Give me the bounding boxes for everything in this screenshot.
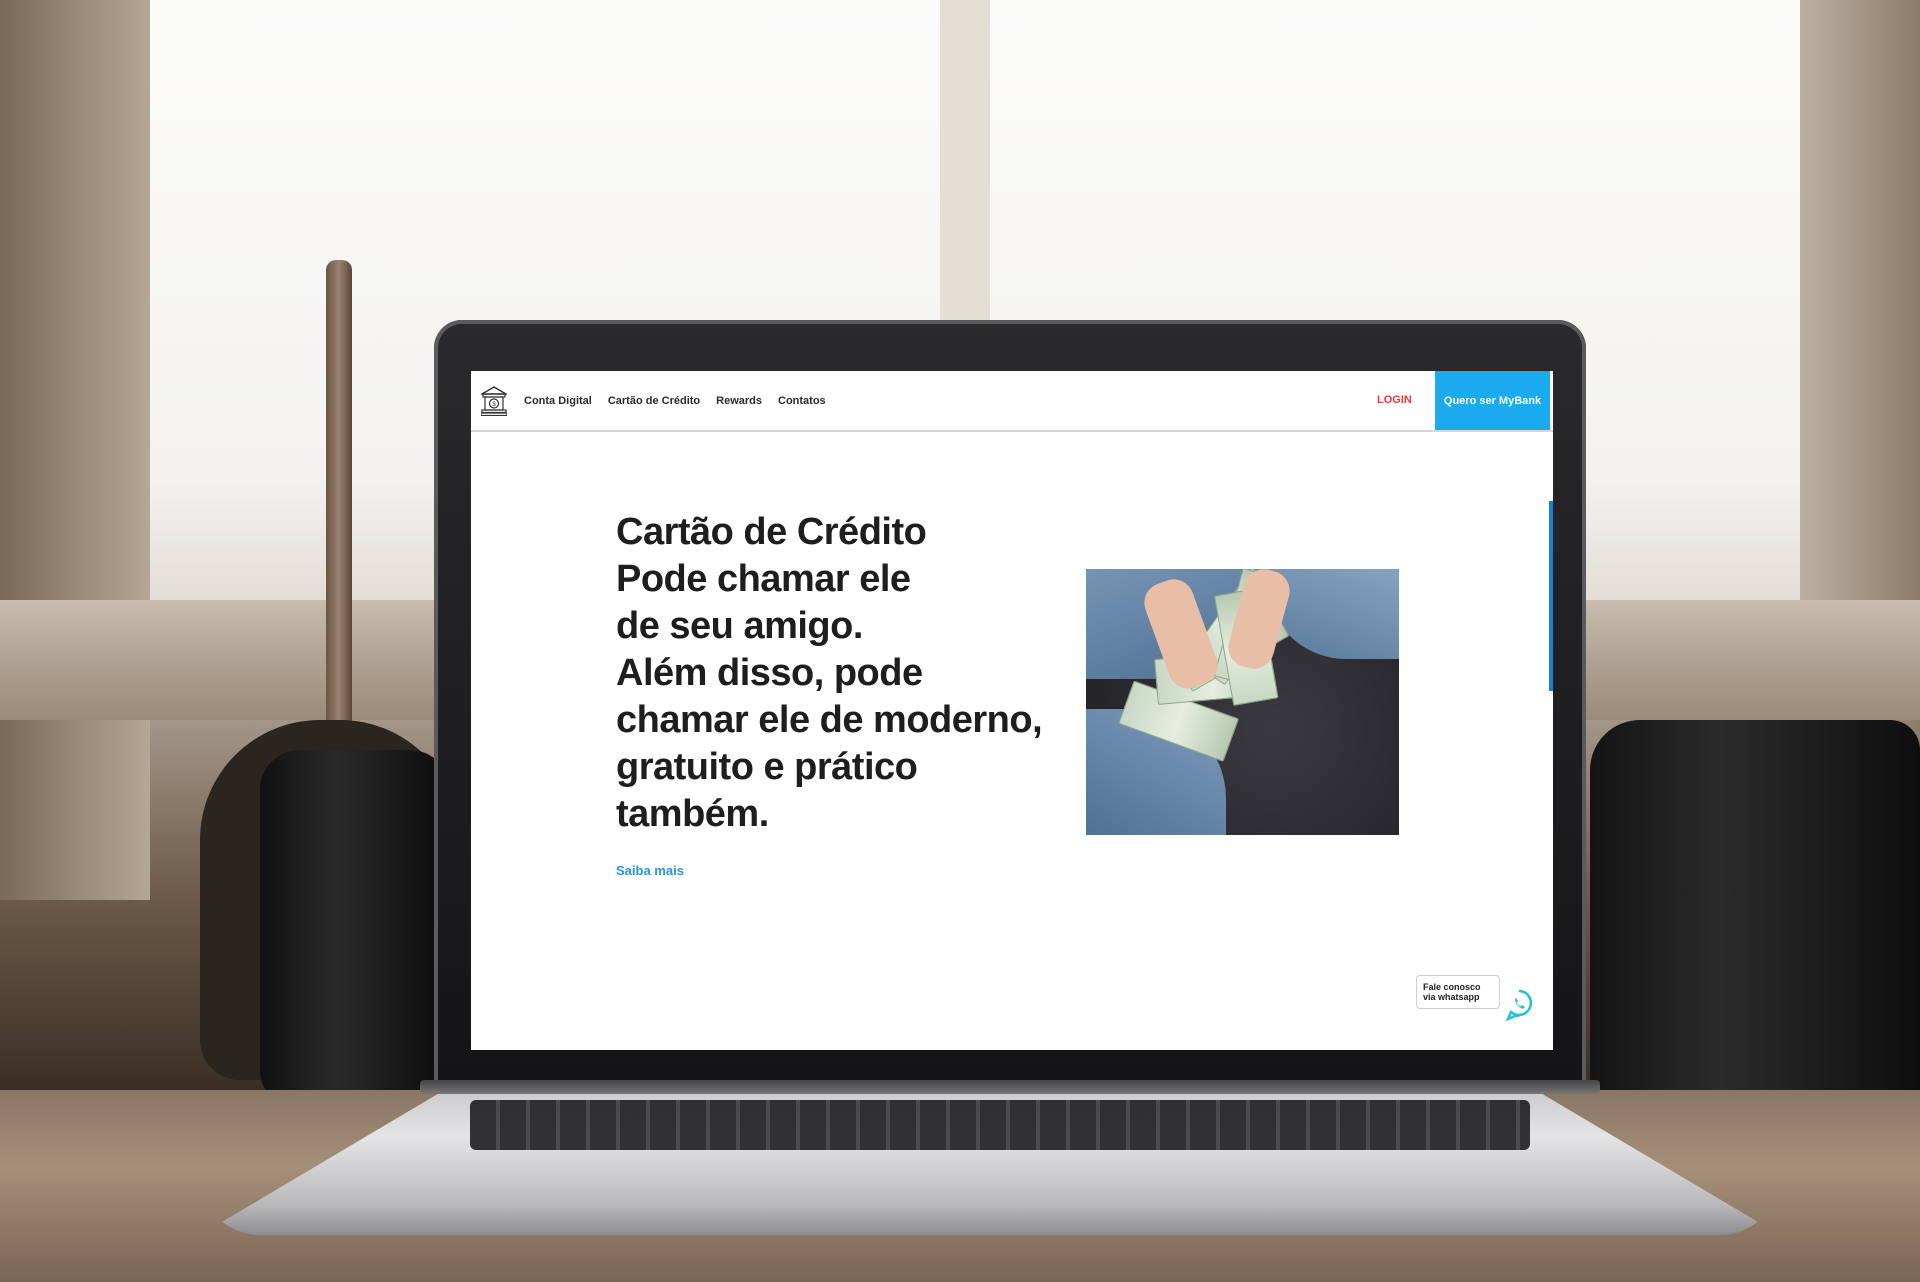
bank-icon[interactable]: $ [479, 386, 509, 417]
nav-links: Conta Digital Cartão de Crédito Rewards … [524, 371, 826, 430]
whatsapp-icon[interactable] [1505, 988, 1535, 1022]
money-hands-photo [1086, 569, 1399, 835]
hero-title-line: de seu amigo. [616, 605, 863, 647]
hero-title-line: Além disso, pode [616, 652, 923, 694]
background-camera-lens [260, 750, 450, 1110]
nav-item-rewards[interactable]: Rewards [716, 395, 762, 407]
whatsapp-callout-line: via whatsapp [1423, 992, 1480, 1002]
nav-item-cartao-de-credito[interactable]: Cartão de Crédito [608, 395, 700, 407]
whatsapp-callout-line: Fale conosco [1423, 982, 1481, 992]
laptop-hinge [420, 1080, 1600, 1094]
hero-title-line: Pode chamar ele [616, 558, 911, 600]
signup-button[interactable]: Quero ser MyBank [1435, 371, 1550, 430]
hero-title-line: Cartão de Crédito [616, 511, 927, 553]
learn-more-link[interactable]: Saiba mais [616, 863, 684, 878]
hero-title-line: também. [616, 793, 769, 835]
nav-item-conta-digital[interactable]: Conta Digital [524, 395, 592, 407]
website-screen: $ Conta Digital Cartão de Crédito Reward… [471, 371, 1553, 1050]
laptop-keyboard [470, 1100, 1530, 1150]
whatsapp-callout[interactable]: Fale conosco via whatsapp [1416, 975, 1500, 1009]
nav-item-contatos[interactable]: Contatos [778, 395, 826, 407]
login-link[interactable]: LOGIN [1377, 371, 1412, 430]
background-camera [1590, 720, 1920, 1120]
scroll-indicator [1549, 501, 1553, 691]
hero-title-line: gratuito e prático [616, 746, 918, 788]
background-wall-left [0, 0, 150, 900]
top-navigation: $ Conta Digital Cartão de Crédito Reward… [471, 371, 1553, 432]
background-guitar-neck [326, 260, 352, 780]
hero-title-line: chamar ele de moderno, [616, 699, 1043, 741]
hero-title: Cartão de Crédito Pode chamar ele de seu… [616, 509, 1056, 838]
